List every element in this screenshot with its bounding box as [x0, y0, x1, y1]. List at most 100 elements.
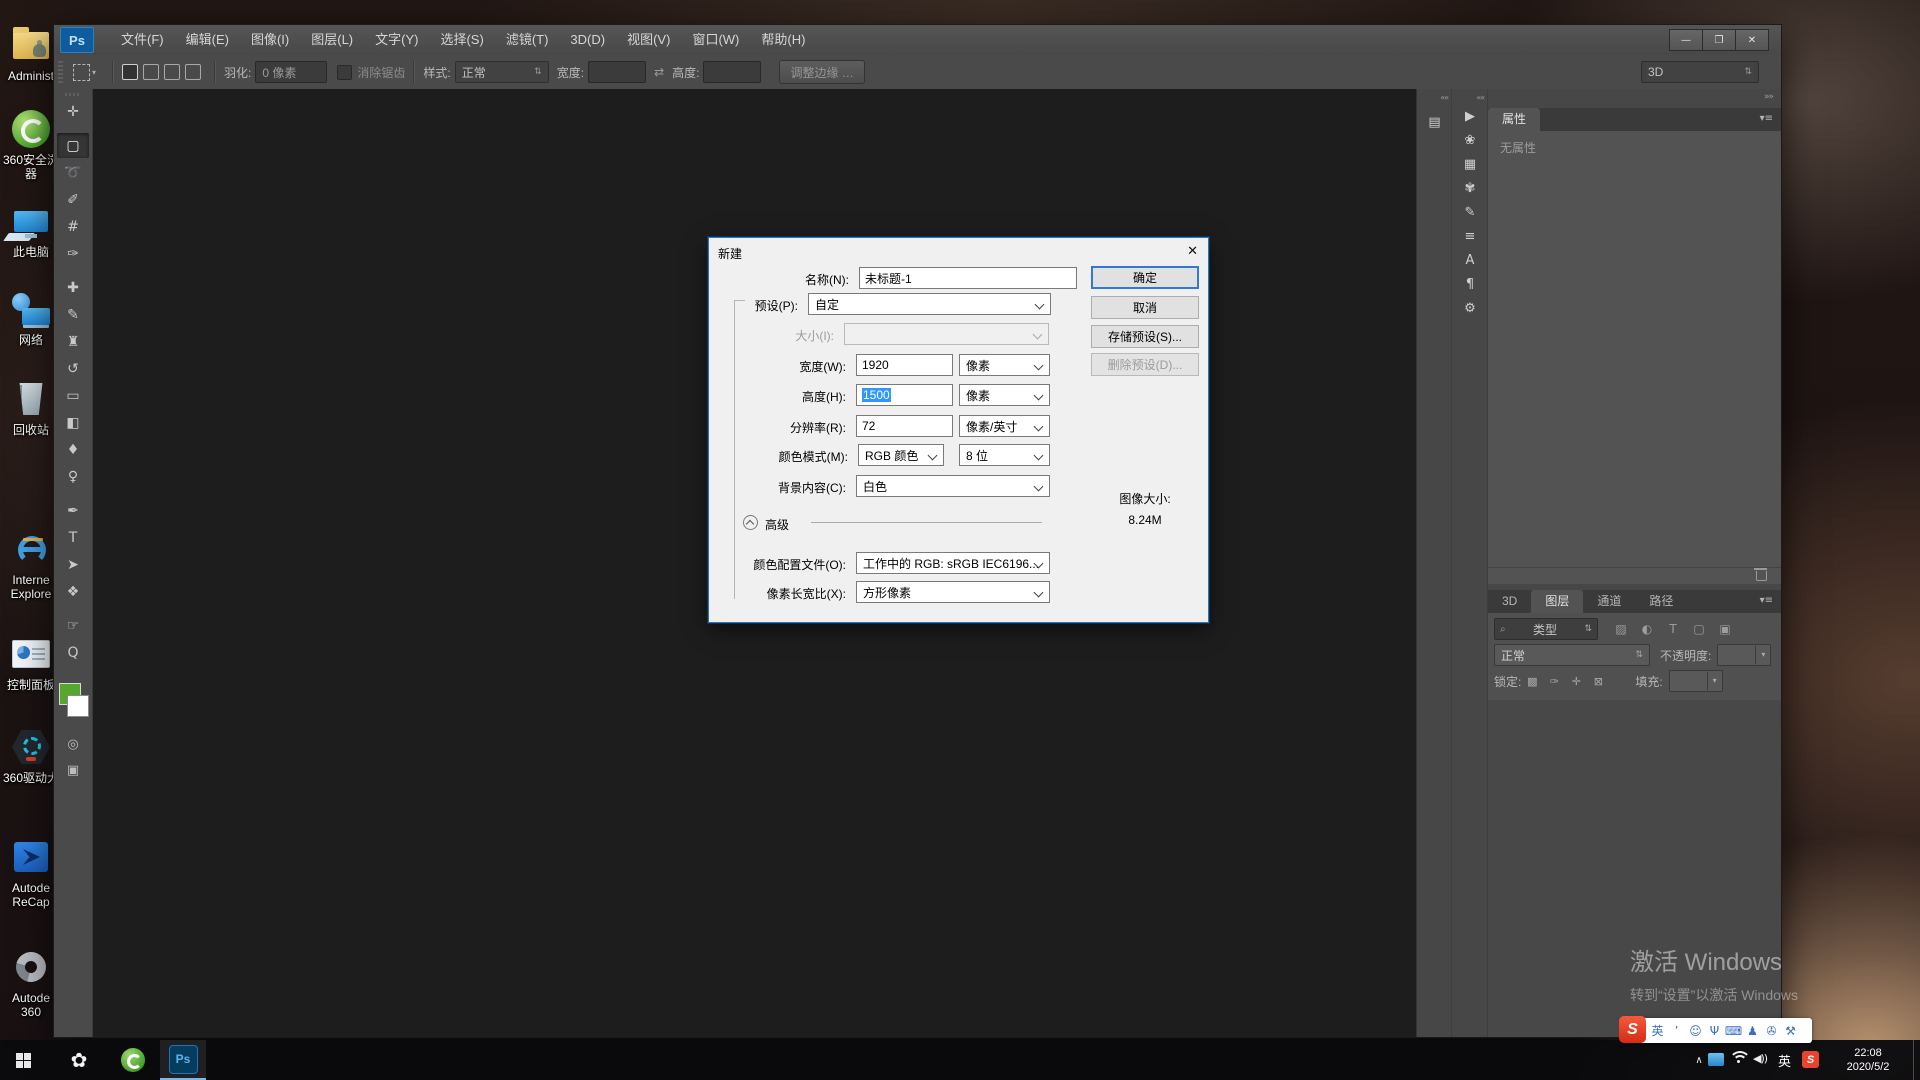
brush-presets-panel-icon[interactable]: ✾	[1457, 176, 1483, 200]
sogou-logo-icon[interactable]: S	[1619, 1016, 1646, 1043]
ime-punctuation-icon[interactable]: ’	[1667, 1024, 1686, 1038]
clone-source-panel-icon[interactable]: ≡	[1457, 224, 1483, 248]
feather-input[interactable]: 0 像素	[255, 61, 327, 83]
menu-layer[interactable]: 图层(L)	[300, 25, 364, 55]
tray-wifi-icon[interactable]	[1731, 1051, 1749, 1067]
close-button[interactable]: ✕	[1735, 29, 1769, 51]
width-input[interactable]: 1920	[856, 354, 953, 376]
style-select[interactable]: 正常⇅	[455, 61, 549, 83]
quick-selection-tool[interactable]: ✐	[57, 187, 89, 212]
menu-type[interactable]: 文字(Y)	[364, 25, 429, 55]
path-selection-tool[interactable]: ➤	[57, 552, 89, 577]
layer-filter-select[interactable]: ⌕类型⇅	[1494, 618, 1598, 640]
opacity-input[interactable]: ▾	[1717, 644, 1771, 666]
crop-tool[interactable]: #	[57, 214, 89, 239]
screen-mode-icon[interactable]: ▣	[57, 759, 89, 781]
color-profile-select[interactable]: 工作中的 RGB: sRGB IEC6196...	[856, 552, 1050, 574]
lock-position-icon[interactable]: ✛	[1565, 675, 1587, 688]
tab-3d[interactable]: 3D	[1488, 590, 1531, 613]
actions-panel-icon[interactable]: ▶	[1457, 104, 1483, 128]
tray-clock[interactable]: 22:08 2020/5/2	[1830, 1040, 1906, 1080]
shape-tool[interactable]: ❖	[57, 579, 89, 604]
menu-filter[interactable]: 滤镜(T)	[495, 25, 560, 55]
desktop-icon-recycle-bin[interactable]: 回收站	[2, 378, 60, 437]
lock-image-pixels-icon[interactable]: ✑	[1543, 675, 1565, 688]
paragraph-panel-icon[interactable]: ¶	[1457, 272, 1483, 296]
background-color-swatch[interactable]	[67, 695, 89, 717]
intersect-selection-icon[interactable]	[185, 64, 201, 80]
dodge-tool[interactable]: ♀	[57, 464, 89, 489]
tab-layers[interactable]: 图层	[1531, 590, 1583, 613]
width-input[interactable]	[588, 61, 646, 83]
move-tool[interactable]: ✛	[57, 99, 89, 124]
dialog-close-icon[interactable]: ✕	[1187, 243, 1198, 259]
ime-user-icon[interactable]: ♟	[1743, 1024, 1762, 1038]
tab-properties[interactable]: 属性	[1488, 108, 1540, 131]
type-tool[interactable]: T	[57, 525, 89, 550]
history-panel-icon[interactable]: ▤	[1422, 110, 1448, 134]
desktop-icon-360-browser[interactable]: 360安全浏 器	[2, 108, 60, 181]
swatches-panel-icon[interactable]: ▦	[1457, 152, 1483, 176]
pen-tool[interactable]: ✒	[57, 498, 89, 523]
collapse-arrows-icon[interactable]: ««	[1452, 89, 1488, 104]
chevron-down-icon[interactable]: ▾	[92, 68, 96, 77]
new-selection-icon[interactable]	[122, 64, 138, 80]
antialias-checkbox[interactable]	[337, 65, 352, 80]
ime-microphone-icon[interactable]: Ψ	[1705, 1024, 1724, 1038]
tray-language-indicator[interactable]: 英	[1778, 1040, 1791, 1080]
workspace-select[interactable]: 3D⇅	[1641, 61, 1759, 83]
tray-network-icon[interactable]	[1708, 1053, 1724, 1066]
bit-depth-select[interactable]: 8 位	[959, 444, 1050, 466]
filter-pixel-layers-icon[interactable]: ▨	[1608, 622, 1634, 636]
desktop-icon-this-pc[interactable]: 此电脑	[2, 200, 60, 259]
save-preset-button[interactable]: 存储预设(S)...	[1091, 325, 1199, 348]
character-panel-icon[interactable]: A	[1457, 248, 1483, 272]
color-panel-icon[interactable]: ❀	[1457, 128, 1483, 152]
width-unit-select[interactable]: 像素	[959, 354, 1050, 376]
ok-button[interactable]: 确定	[1091, 266, 1199, 289]
taskbar-item-photoshop[interactable]: Ps	[160, 1040, 206, 1080]
pixel-aspect-select[interactable]: 方形像素	[856, 581, 1050, 603]
ime-keyboard-icon[interactable]: ⌨	[1724, 1024, 1743, 1038]
ime-emoji-icon[interactable]: ☺	[1686, 1024, 1705, 1038]
lasso-tool[interactable]: ➰	[57, 160, 89, 185]
refine-edge-button[interactable]: 调整边缘 …	[779, 60, 864, 84]
desktop-icon-administrator[interactable]: Administ	[2, 24, 60, 83]
ime-lang-mode[interactable]: 英	[1648, 1022, 1667, 1039]
desktop-icon-internet-explorer[interactable]: Interne Explore	[2, 528, 60, 601]
expand-arrows-icon[interactable]: »»	[1488, 89, 1781, 108]
menu-3d[interactable]: 3D(D)	[559, 25, 616, 55]
tool-presets-panel-icon[interactable]: ⚙	[1457, 296, 1483, 320]
lock-transparent-pixels-icon[interactable]: ▩	[1521, 675, 1543, 688]
desktop-icon-autodesk-recap[interactable]: Autode ReCap	[2, 836, 60, 909]
blur-tool[interactable]: ♦	[57, 437, 89, 462]
trash-icon[interactable]	[1756, 571, 1767, 581]
name-input[interactable]: 未标题-1	[859, 267, 1077, 289]
rectangular-marquee-tool[interactable]: ▢	[57, 133, 89, 158]
ime-toolbox-icon[interactable]: ⚒	[1781, 1024, 1800, 1038]
resolution-input[interactable]: 72	[856, 415, 953, 437]
filter-adjustment-layers-icon[interactable]: ◐	[1634, 622, 1660, 636]
desktop-icon-control-panel[interactable]: 控制面板	[2, 633, 60, 692]
tray-volume-icon[interactable]: ◀))	[1753, 1052, 1767, 1065]
add-to-selection-icon[interactable]	[143, 64, 159, 80]
panel-menu-icon[interactable]: ▾≡	[1760, 113, 1773, 124]
advanced-collapse-icon[interactable]	[743, 515, 758, 530]
tab-channels[interactable]: 通道	[1583, 590, 1635, 613]
desktop-icon-autodesk-360[interactable]: Autode 360	[2, 946, 60, 1019]
lock-all-icon[interactable]: ⊠	[1587, 675, 1609, 688]
cancel-button[interactable]: 取消	[1091, 296, 1199, 319]
history-brush-tool[interactable]: ↺	[57, 356, 89, 381]
zoom-tool[interactable]: Q	[57, 640, 89, 665]
tray-expand-icon[interactable]: ∧	[1690, 1040, 1708, 1080]
resolution-unit-select[interactable]: 像素/英寸	[959, 415, 1050, 437]
height-input[interactable]	[703, 61, 761, 83]
menu-image[interactable]: 图像(I)	[240, 25, 300, 55]
background-select[interactable]: 白色	[856, 475, 1050, 497]
filter-shape-layers-icon[interactable]: ▢	[1686, 622, 1712, 636]
brush-panel-icon[interactable]: ✎	[1457, 200, 1483, 224]
menu-select[interactable]: 选择(S)	[429, 25, 494, 55]
taskbar-item-360-browser[interactable]	[110, 1040, 156, 1080]
blend-mode-select[interactable]: 正常⇅	[1494, 644, 1650, 666]
swap-dimensions-icon[interactable]: ⇄	[654, 65, 664, 79]
